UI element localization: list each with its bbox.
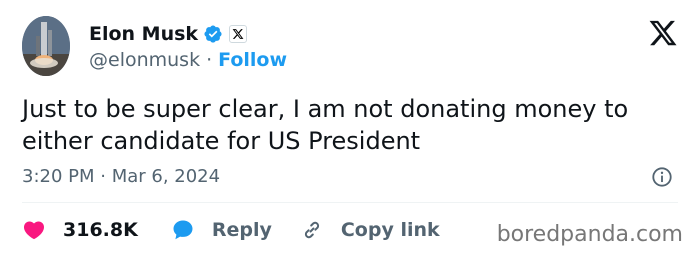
follow-button[interactable]: Follow <box>218 49 287 71</box>
tweet-card: Elon Musk @elonmusk · Follow Just to be … <box>0 0 700 256</box>
x-logo-icon[interactable] <box>648 18 678 48</box>
like-button[interactable]: 316.8K <box>22 218 138 242</box>
separator-dot: · <box>206 49 213 71</box>
x-affiliate-icon <box>229 25 248 43</box>
watermark: boredpanda.com <box>496 222 683 247</box>
reply-bubble-icon <box>173 220 193 240</box>
heart-icon <box>23 221 45 240</box>
tweet-text: Just to be super clear, I am not donatin… <box>22 95 629 155</box>
link-icon <box>304 221 319 239</box>
avatar[interactable] <box>22 16 70 76</box>
handle-row: @elonmusk · Follow <box>89 47 287 73</box>
copy-link-button[interactable]: Copy link <box>300 218 440 242</box>
info-icon[interactable] <box>651 166 673 188</box>
rocket-avatar-image <box>22 16 70 76</box>
reply-button[interactable]: Reply <box>171 218 272 242</box>
author-name[interactable]: Elon Musk <box>89 23 198 45</box>
divider <box>22 202 678 203</box>
author-name-row: Elon Musk <box>89 21 248 47</box>
action-bar: 316.8K Reply Copy link <box>22 218 440 242</box>
verified-badge-icon <box>204 25 222 43</box>
author-handle[interactable]: @elonmusk <box>89 49 200 71</box>
copy-link-label: Copy link <box>340 219 440 241</box>
like-count: 316.8K <box>63 219 138 241</box>
tweet-timestamp[interactable]: 3:20 PM · Mar 6, 2024 <box>22 166 220 187</box>
reply-label: Reply <box>211 219 272 241</box>
